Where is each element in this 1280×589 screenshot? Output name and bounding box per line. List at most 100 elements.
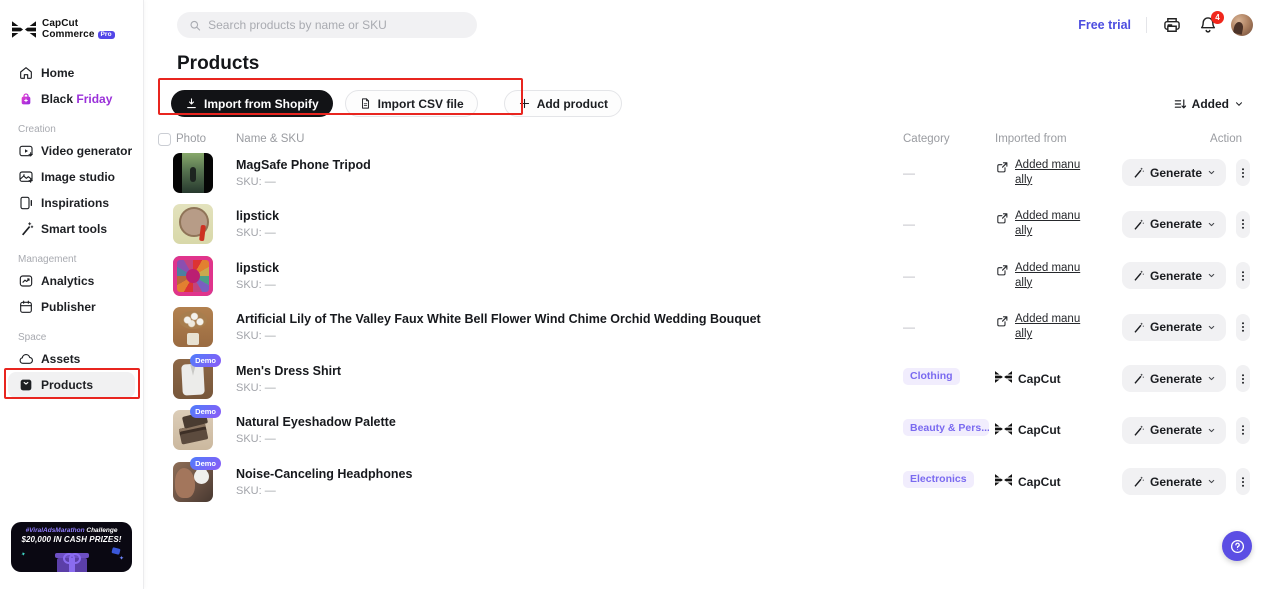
- table-row[interactable]: lipstick SKU: — — Added manually Generate: [158, 250, 1251, 302]
- imported-from-link[interactable]: Added manually: [1015, 158, 1081, 188]
- chevron-down-icon: [1236, 101, 1242, 106]
- free-trial-link[interactable]: Free trial: [1078, 18, 1131, 32]
- category-empty: —: [903, 320, 915, 335]
- generate-label: Generate: [1150, 474, 1203, 489]
- sidebar-item-image-studio[interactable]: Image studio: [8, 164, 135, 190]
- table-row[interactable]: Demo Noise-Canceling Headphones SKU: — Elec…: [158, 456, 1251, 508]
- table-row[interactable]: lipstick SKU: — — Added manually Generate: [158, 199, 1251, 251]
- sidebar-item-label: Assets: [41, 352, 81, 366]
- promo-banner[interactable]: #ViralAdsMarathon Challenge $20,000 IN C…: [11, 522, 132, 572]
- capcut-logo-icon: [995, 474, 1012, 489]
- generate-button[interactable]: Generate: [1122, 262, 1227, 290]
- add-product-button[interactable]: Add product: [503, 90, 623, 117]
- generate-button[interactable]: Generate: [1122, 416, 1227, 444]
- sidebar-item-video-generator[interactable]: Video generator: [8, 138, 135, 164]
- more-actions-button[interactable]: [1236, 365, 1251, 393]
- demo-badge: Demo: [190, 456, 221, 470]
- more-actions-button[interactable]: [1236, 313, 1251, 341]
- toolbar-buttons: Import from Shopify Import CSV file Add pr…: [171, 90, 623, 117]
- sort-label: Added: [1191, 96, 1229, 111]
- category-empty: —: [903, 217, 915, 232]
- generate-button[interactable]: Generate: [1122, 365, 1227, 393]
- sidebar-item-publisher[interactable]: Publisher: [8, 294, 135, 320]
- toolbar: Import from Shopify Import CSV file Add pr…: [144, 90, 1280, 117]
- table-row[interactable]: MagSafe Phone Tripod SKU: — — Added manuall…: [158, 147, 1251, 199]
- generate-button[interactable]: Generate: [1122, 313, 1227, 341]
- notifications-button[interactable]: 4: [1198, 11, 1224, 35]
- sidebar-item-smart-tools[interactable]: Smart tools: [8, 216, 135, 242]
- sidebar-item-products[interactable]: Products: [8, 372, 135, 398]
- more-actions-button[interactable]: [1236, 159, 1251, 187]
- pro-badge: Pro: [97, 30, 115, 39]
- imported-from-link[interactable]: Added manually: [1015, 209, 1081, 239]
- button-label: Add product: [536, 96, 609, 111]
- product-sku: SKU: —: [236, 278, 276, 291]
- import-csv-file-button[interactable]: Import CSV file: [344, 90, 478, 117]
- product-sku: SKU: —: [236, 330, 276, 343]
- demo-badge: Demo: [190, 405, 221, 419]
- more-actions-button[interactable]: [1236, 210, 1251, 238]
- import-from-shopify-button[interactable]: Import from Shopify: [171, 90, 333, 117]
- sidebar-item-label: Home: [41, 66, 75, 80]
- more-actions-button[interactable]: [1236, 262, 1251, 290]
- app-root: CapCut Commerce Pro Home Black Friday Crea…: [0, 0, 1280, 589]
- capcut-commerce-logo[interactable]: CapCut Commerce Pro: [0, 0, 143, 44]
- plus-icon: [518, 97, 531, 110]
- imported-from-label: CapCut: [1018, 423, 1061, 438]
- magic-wand-icon: [1132, 321, 1145, 334]
- sort-icon: [1174, 98, 1186, 109]
- more-actions-button[interactable]: [1236, 468, 1251, 496]
- assets-icon: [18, 351, 34, 367]
- sidebar-item-inspirations[interactable]: Inspirations: [8, 190, 135, 216]
- sidebar-item-label: Inspirations: [41, 196, 110, 210]
- smart-tools-icon: [18, 221, 34, 237]
- table-row[interactable]: Demo Natural Eyeshadow Palette SKU: — Beaut…: [158, 405, 1251, 457]
- generate-label: Generate: [1150, 165, 1203, 180]
- product-name: lipstick: [236, 209, 280, 224]
- generate-label: Generate: [1150, 217, 1203, 232]
- generate-button[interactable]: Generate: [1122, 159, 1227, 187]
- select-all-checkbox[interactable]: [158, 132, 171, 146]
- brand-text: CapCut Commerce Pro: [42, 18, 115, 41]
- help-button[interactable]: [1222, 531, 1252, 561]
- search-input[interactable]: [208, 18, 465, 32]
- sidebar-section-label: Space: [18, 331, 47, 343]
- inspirations-icon: [18, 195, 34, 211]
- search-bar[interactable]: [177, 12, 477, 38]
- sidebar-nav: Home Black Friday Creation Video generator I…: [0, 60, 143, 398]
- header-name-sku: Name & SKU: [236, 133, 305, 145]
- promo-challenge: Challenge: [86, 527, 118, 534]
- brand-line2: Commerce: [42, 29, 95, 40]
- imported-from-label: CapCut: [1018, 371, 1061, 386]
- sparkle-icon: ✦: [20, 551, 27, 559]
- table-row[interactable]: Demo Men's Dress Shirt SKU: — Clothing CapCu…: [158, 353, 1251, 405]
- product-name: Men's Dress Shirt: [236, 363, 342, 378]
- generate-button[interactable]: Generate: [1122, 210, 1227, 238]
- more-actions-button[interactable]: [1236, 416, 1251, 444]
- sidebar-item-home[interactable]: Home: [8, 60, 135, 86]
- notification-badge: 4: [1211, 11, 1224, 24]
- generate-label: Generate: [1150, 320, 1203, 335]
- sidebar-item-assets[interactable]: Assets: [8, 346, 135, 372]
- sidebar-item-label: Publisher: [41, 300, 96, 314]
- sidebar-item-label: Smart tools: [41, 222, 108, 236]
- header-category: Category: [903, 133, 950, 145]
- generate-label: Generate: [1150, 268, 1203, 283]
- chevron-down-icon: [1207, 374, 1216, 383]
- help-icon: [1230, 539, 1244, 553]
- product-sku: SKU: —: [236, 484, 276, 497]
- export-icon: [995, 313, 1010, 328]
- generate-button[interactable]: Generate: [1122, 468, 1227, 496]
- promo-title: #ViralAdsMarathon Challenge: [11, 527, 132, 534]
- imported-from-link[interactable]: Added manually: [1015, 261, 1081, 291]
- imported-from-link[interactable]: Added manually: [1015, 312, 1081, 342]
- sidebar-item-black-friday[interactable]: Black Friday: [8, 86, 135, 112]
- button-label: Import CSV file: [377, 96, 464, 111]
- sidebar-item-label: Black Friday: [41, 92, 113, 106]
- table-row[interactable]: Artificial Lily of The Valley Faux White…: [158, 302, 1251, 354]
- product-name: Artificial Lily of The Valley Faux White…: [236, 312, 761, 327]
- avatar[interactable]: [1231, 14, 1253, 36]
- sort-dropdown[interactable]: Added: [1173, 97, 1244, 111]
- sidebar-item-analytics[interactable]: Analytics: [8, 268, 135, 294]
- printer-icon[interactable]: [1162, 15, 1182, 35]
